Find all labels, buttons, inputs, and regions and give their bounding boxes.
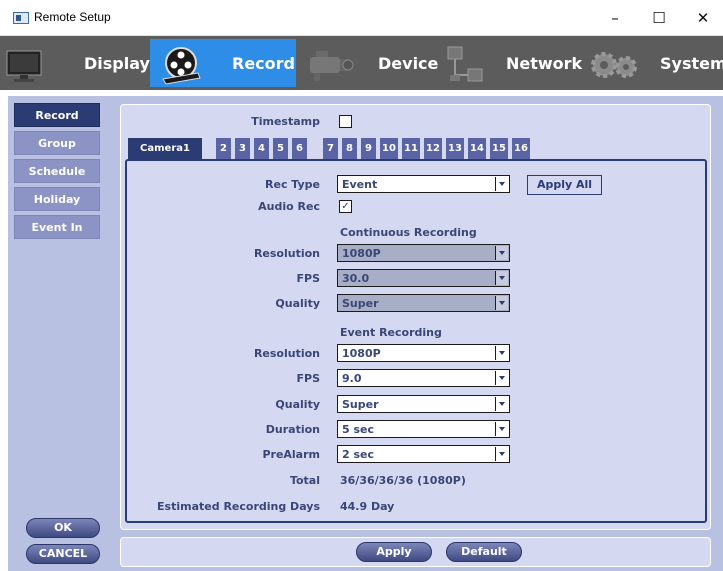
chevron-down-icon [495,271,508,285]
continuous-quality-select: Super [337,294,510,312]
continuous-fps-select: 30.0 [337,269,510,287]
total-label: Total [289,474,320,487]
chevron-down-icon [495,246,508,260]
rec-type-label: Rec Type [265,178,320,191]
chevron-down-icon [495,177,508,191]
tab-camera15[interactable]: 15 [490,138,508,159]
chevron-down-icon [495,422,508,436]
event-recording-title: Event Recording [340,326,442,339]
sidebar: Record Group Schedule Holiday Event In [14,103,100,243]
event-quality-value: Super [342,398,379,411]
event-resolution-value: 1080P [342,347,381,360]
nav-tab-label: Display [84,53,150,73]
event-fps-label: FPS [296,372,321,385]
duration-label: Duration [265,423,320,436]
audio-rec-checkbox[interactable]: ✓ [339,200,352,213]
duration-value: 5 sec [342,423,375,436]
sidebar-item-record[interactable]: Record [14,103,100,127]
app-icon [13,12,29,24]
chevron-down-icon [495,447,508,461]
nav-tab-device[interactable]: Device [296,39,440,87]
tab-camera14[interactable]: 14 [468,138,486,159]
tab-camera1[interactable]: Camera1 [128,138,202,159]
tab-camera16[interactable]: 16 [512,138,530,159]
event-resolution-label: Resolution [253,347,320,360]
window-title: Remote Setup [34,10,111,24]
camera-tab-panel [125,159,707,523]
gears-icon [591,52,637,78]
network-icon [447,46,483,82]
close-button[interactable]: ✕ [681,0,723,36]
audio-rec-label: Audio Rec [258,200,320,213]
tab-camera9[interactable]: 9 [361,138,376,159]
minimize-button[interactable]: – [593,0,637,36]
nav-tab-display[interactable]: Display [0,39,150,87]
tab-camera12[interactable]: 12 [424,138,442,159]
continuous-recording-title: Continuous Recording [340,226,477,239]
maximize-button[interactable]: ☐ [637,0,681,36]
event-fps-value: 9.0 [342,372,362,385]
film-reel-icon [162,47,201,85]
chevron-down-icon [495,346,508,360]
tab-camera11[interactable]: 11 [402,138,420,159]
nav-tab-label: System [660,53,723,73]
rec-type-value: Event [342,178,378,191]
total-value: 36/36/36/36 (1080P) [340,474,466,487]
sidebar-item-schedule[interactable]: Schedule [14,159,100,183]
nav-tab-network[interactable]: Network [440,39,582,87]
prealarm-select[interactable]: 2 sec [337,445,510,463]
nav-tab-record[interactable]: Record [150,39,296,87]
event-resolution-select[interactable]: 1080P [337,344,510,362]
event-fps-select[interactable]: 9.0 [337,369,510,387]
sidebar-item-event-in[interactable]: Event In [14,215,100,239]
sidebar-item-holiday[interactable]: Holiday [14,187,100,211]
nav-tab-system[interactable]: System [582,39,723,87]
monitor-icon [6,50,42,82]
tab-camera7[interactable]: 7 [323,138,338,159]
continuous-fps-label: FPS [296,272,321,285]
event-quality-select[interactable]: Super [337,395,510,413]
nav-tab-label: Network [506,53,583,73]
estimated-days-label: Estimated Recording Days [157,500,320,513]
timestamp-checkbox[interactable] [339,115,352,128]
continuous-fps-value: 30.0 [342,272,370,285]
estimated-days-value: 44.9 Day [340,500,395,513]
chevron-down-icon [495,296,508,310]
continuous-resolution-label: Resolution [253,247,320,260]
tab-camera2[interactable]: 2 [216,138,231,159]
nav-tab-label: Record [232,53,295,73]
ok-button[interactable]: OK [26,518,100,538]
continuous-resolution-value: 1080P [342,247,381,260]
chevron-down-icon [495,371,508,385]
tab-camera5[interactable]: 5 [273,138,288,159]
timestamp-label: Timestamp [251,115,320,128]
cancel-button[interactable]: CANCEL [26,544,100,564]
sidebar-item-group[interactable]: Group [14,131,100,155]
title-bar: Remote Setup – ☐ ✕ [0,0,723,36]
default-button[interactable]: Default [446,542,522,562]
tab-camera4[interactable]: 4 [254,138,269,159]
top-nav: Display Record Device Network System [0,36,723,90]
prealarm-value: 2 sec [342,448,375,461]
duration-select[interactable]: 5 sec [337,420,510,438]
continuous-quality-label: Quality [275,297,320,310]
tab-camera10[interactable]: 10 [380,138,398,159]
tab-camera6[interactable]: 6 [292,138,307,159]
continuous-quality-value: Super [342,297,379,310]
tab-camera8[interactable]: 8 [342,138,357,159]
chevron-down-icon [495,397,508,411]
tab-camera3[interactable]: 3 [235,138,250,159]
apply-button[interactable]: Apply [356,542,432,562]
apply-all-button[interactable]: Apply All [527,175,602,195]
continuous-resolution-select: 1080P [337,244,510,262]
nav-tab-label: Device [378,53,439,73]
camera-icon [310,51,354,81]
prealarm-label: PreAlarm [262,448,320,461]
tab-camera13[interactable]: 13 [446,138,464,159]
rec-type-select[interactable]: Event [337,175,510,193]
event-quality-label: Quality [275,398,320,411]
